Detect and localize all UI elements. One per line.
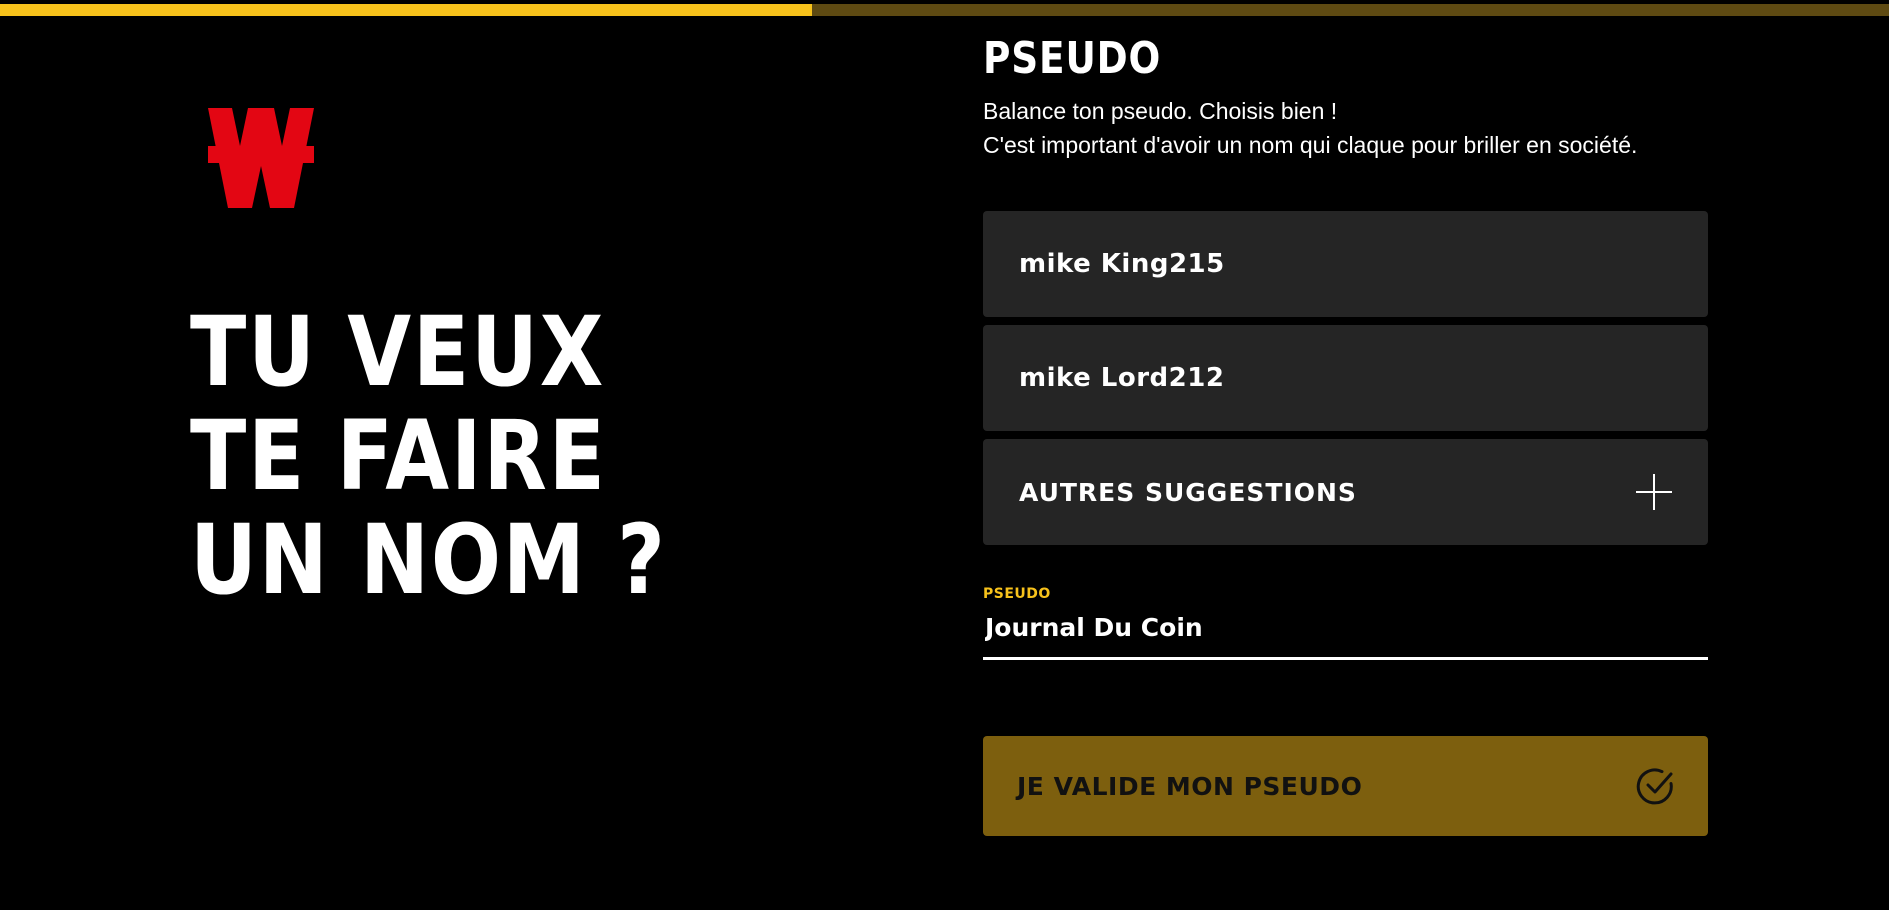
suggestion-item[interactable]: mike Lord212 bbox=[983, 325, 1708, 431]
validate-pseudo-button[interactable]: JE VALIDE MON PSEUDO bbox=[983, 736, 1708, 836]
more-suggestions-button[interactable]: AUTRES SUGGESTIONS bbox=[983, 439, 1708, 545]
check-circle-icon bbox=[1636, 766, 1676, 806]
intro-line: Balance ton pseudo. Choisis bien ! bbox=[983, 98, 1338, 124]
validate-pseudo-label: JE VALIDE MON PSEUDO bbox=[1017, 771, 1363, 801]
pseudo-input[interactable] bbox=[983, 606, 1708, 660]
pseudo-field-label: PSEUDO bbox=[983, 586, 1051, 602]
pseudo-panel: PSEUDO Balance ton pseudo. Choisis bien … bbox=[983, 30, 1708, 836]
progress-bar bbox=[0, 4, 1889, 16]
intro-line: C'est important d'avoir un nom qui claqu… bbox=[983, 132, 1638, 158]
suggestion-list: mike King215 mike Lord212 AUTRES SUGGEST… bbox=[983, 211, 1708, 553]
section-title: PSEUDO bbox=[983, 33, 1162, 84]
won-sign-logo-icon bbox=[208, 108, 314, 208]
suggestion-item[interactable]: mike King215 bbox=[983, 211, 1708, 317]
intro-text: Balance ton pseudo. Choisis bien ! C'est… bbox=[983, 94, 1708, 162]
plus-icon bbox=[1636, 474, 1672, 510]
pseudo-field: PSEUDO bbox=[983, 586, 1708, 660]
progress-bar-fill bbox=[0, 4, 813, 16]
more-suggestions-label: AUTRES SUGGESTIONS bbox=[1019, 477, 1357, 507]
suggestion-label: mike Lord212 bbox=[1019, 363, 1225, 393]
hero-title: TU VEUX TE FAIRE UN NOM ? bbox=[190, 296, 667, 616]
suggestion-label: mike King215 bbox=[1019, 249, 1225, 279]
